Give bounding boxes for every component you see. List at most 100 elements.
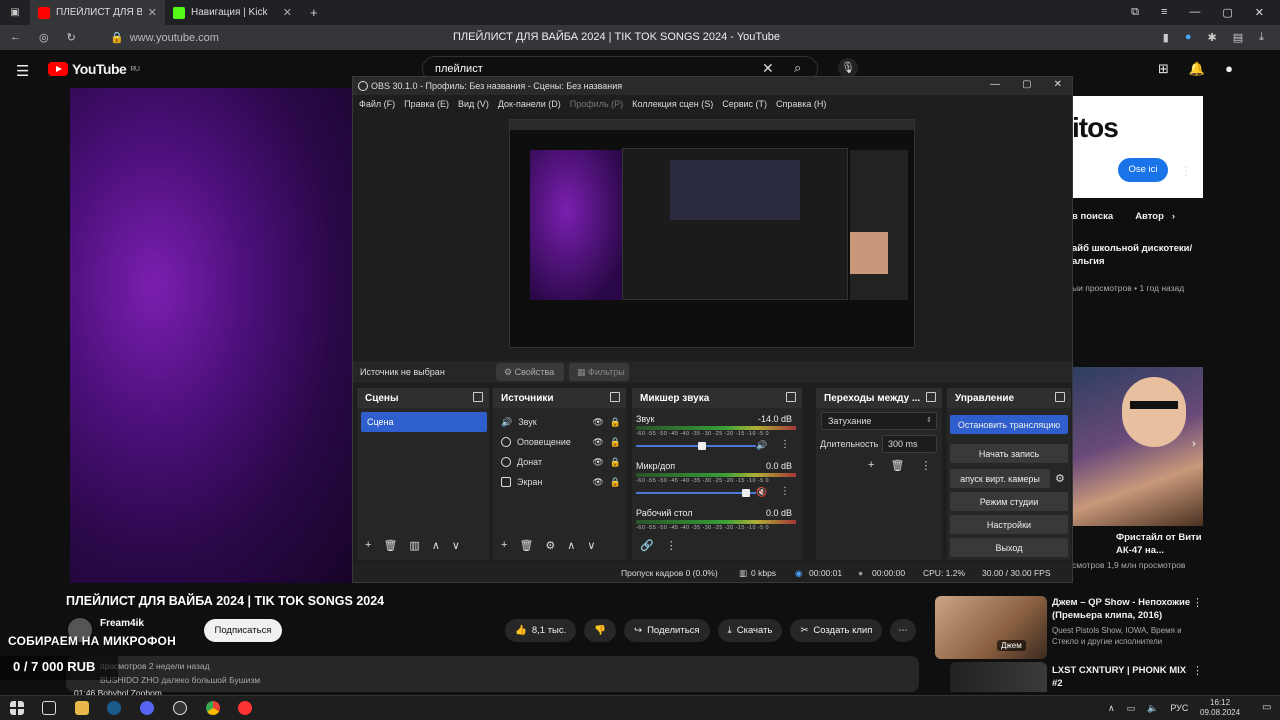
yandex-browser-icon[interactable] <box>238 701 252 715</box>
source-item[interactable]: 🔊 Звук 👁 🔒 <box>501 413 621 431</box>
menu-profile[interactable]: Профиль (P) <box>570 99 623 109</box>
stop-streaming-button[interactable]: Остановить трансляцию <box>950 415 1068 434</box>
discord-icon[interactable] <box>140 701 154 715</box>
more-icon[interactable]: ⋮ <box>780 486 790 497</box>
video-player[interactable] <box>70 88 352 583</box>
scene-item[interactable]: Сцена <box>361 412 487 432</box>
related-video-title[interactable]: Фристайл от Вити АК-47 на... <box>1116 531 1206 557</box>
start-recording-button[interactable]: Начать запись <box>950 444 1068 463</box>
subscribe-button[interactable]: Подписаться <box>204 619 282 642</box>
avatar[interactable]: ● <box>1225 61 1233 77</box>
start-virtual-camera-button[interactable]: апуск вирт. камеры <box>950 469 1050 488</box>
bookmark-icon[interactable]: ▮ <box>1163 31 1169 44</box>
search-icon[interactable]: ⌕ <box>794 60 801 76</box>
volume-slider-handle[interactable] <box>742 489 751 497</box>
ad-banner[interactable]: itos Ose ici <box>1072 96 1203 198</box>
dislike-button[interactable]: 👎 <box>584 619 617 642</box>
chevron-right-icon[interactable]: › <box>1172 211 1175 222</box>
create-icon[interactable]: ⊞ <box>1158 61 1169 77</box>
trash-icon[interactable]: 🗑 <box>890 459 904 472</box>
duration-input[interactable]: 300 ms <box>882 435 937 453</box>
more-actions-button[interactable]: ⋯ <box>890 619 916 642</box>
filters-button[interactable]: ▦ Фильтры <box>569 363 629 381</box>
chip-search[interactable]: в поиска <box>1072 211 1113 222</box>
volume-icon[interactable]: 🔈 <box>1147 703 1158 714</box>
undock-icon[interactable] <box>1055 392 1065 402</box>
back-icon[interactable]: ← <box>10 31 21 44</box>
mute-icon[interactable]: 🔊 <box>756 440 767 451</box>
volume-slider[interactable] <box>636 492 756 494</box>
volume-slider[interactable] <box>636 445 756 447</box>
filter-icon[interactable]: ▥ <box>409 539 419 552</box>
steam-icon[interactable] <box>107 701 121 715</box>
trash-icon[interactable]: 🗑 <box>519 539 533 552</box>
lock-icon[interactable]: 🔒 <box>610 477 621 488</box>
arrow-down-icon[interactable]: ∨ <box>452 539 460 552</box>
menu-edit[interactable]: Правка (E) <box>404 99 449 109</box>
add-icon[interactable]: + <box>365 539 371 552</box>
menu-scene-collection[interactable]: Коллекция сцен (S) <box>632 99 713 109</box>
eye-icon[interactable]: 👁 <box>592 477 603 488</box>
sidebar-icon[interactable]: ▤ <box>1233 31 1243 44</box>
related-video-thumbnail[interactable] <box>950 662 1047 692</box>
related-video-thumbnail[interactable] <box>1072 367 1203 526</box>
task-view-icon[interactable] <box>42 701 56 715</box>
close-tab-icon[interactable]: ✕ <box>148 6 157 19</box>
related-video-title[interactable]: LXST CXNTURY | PHONK MIX #2 <box>1052 664 1198 690</box>
like-button[interactable]: 👍 8,1 тыс. <box>505 619 577 642</box>
shield-icon[interactable]: ◎ <box>39 31 49 44</box>
transition-select[interactable]: Затухание ⇕ <box>821 412 937 430</box>
maximize-icon[interactable]: ▢ <box>1222 6 1232 19</box>
settings-button[interactable]: Настройки <box>950 515 1068 534</box>
add-icon[interactable]: + <box>868 459 874 472</box>
related-video-title[interactable]: айб школьной дискотеки/ альгия <box>1072 242 1197 268</box>
clock[interactable]: 16:12 09.08.2024 <box>1200 698 1240 718</box>
arrow-down-icon[interactable]: ∨ <box>587 539 595 552</box>
related-video-thumbnail[interactable]: Джем <box>935 596 1047 659</box>
start-icon[interactable] <box>10 701 24 715</box>
file-explorer-icon[interactable] <box>75 701 89 715</box>
close-icon[interactable]: ✕ <box>1054 79 1062 90</box>
gear-icon[interactable]: ⚙ <box>1055 472 1065 485</box>
url-field[interactable]: www.youtube.com <box>130 32 430 44</box>
chrome-icon[interactable] <box>206 701 220 715</box>
tab-kick[interactable]: Навигация | Kick ✕ <box>165 0 300 25</box>
menu-view[interactable]: Вид (V) <box>458 99 489 109</box>
add-icon[interactable]: + <box>501 539 507 552</box>
eye-icon[interactable]: 👁 <box>592 457 603 468</box>
collections-icon[interactable]: ⧉ <box>1131 6 1139 19</box>
close-tab-icon[interactable]: ✕ <box>283 6 292 19</box>
related-video-title[interactable]: Джем – QP Show - Непохожие (Премьера кли… <box>1052 596 1198 622</box>
ad-cta-button[interactable]: Ose ici <box>1118 158 1168 182</box>
download-button[interactable]: ⤓ Скачать <box>717 619 783 642</box>
microphone-icon[interactable]: 🎙 <box>838 58 858 78</box>
obs-icon[interactable] <box>173 701 187 715</box>
maximize-icon[interactable]: ▢ <box>1022 79 1031 90</box>
studio-mode-button[interactable]: Режим студии <box>950 492 1068 511</box>
chevron-up-icon[interactable]: ∧ <box>1108 703 1115 714</box>
properties-button[interactable]: ⚙ Свойства <box>496 363 564 381</box>
menu-help[interactable]: Справка (H) <box>776 99 826 109</box>
ad-more-icon[interactable]: ⋮ <box>1180 164 1192 178</box>
clear-search-icon[interactable]: ✕ <box>762 60 774 77</box>
tab-actions-icon[interactable]: ▣ <box>0 7 30 18</box>
arrow-up-icon[interactable]: ∧ <box>432 539 440 552</box>
source-item[interactable]: Донат 👁 🔒 <box>501 453 621 471</box>
trash-icon[interactable]: 🗑 <box>383 539 397 552</box>
close-icon[interactable]: ✕ <box>1255 6 1264 19</box>
minimize-icon[interactable]: — <box>990 79 1000 90</box>
gear-icon[interactable]: ⚙ <box>545 539 555 552</box>
menu-docks[interactable]: Док-панели (D) <box>498 99 561 109</box>
volume-slider-handle[interactable] <box>698 442 706 450</box>
clip-button[interactable]: ✂ Создать клип <box>790 619 883 642</box>
arrow-up-icon[interactable]: ∧ <box>567 539 575 552</box>
minimize-icon[interactable]: — <box>1189 6 1200 19</box>
vpn-icon[interactable]: ● <box>1185 31 1192 44</box>
tab-youtube[interactable]: ПЛЕЙЛИСТ ДЛЯ ВАЙБА ✕ <box>30 0 165 25</box>
lock-icon[interactable]: 🔒 <box>610 417 621 428</box>
more-icon[interactable]: ⋮ <box>1192 664 1203 677</box>
undock-icon[interactable] <box>473 392 483 402</box>
chip-author[interactable]: Автор <box>1135 211 1164 222</box>
eye-icon[interactable]: 👁 <box>592 437 603 448</box>
source-item[interactable]: Оповещение 👁 🔒 <box>501 433 621 451</box>
